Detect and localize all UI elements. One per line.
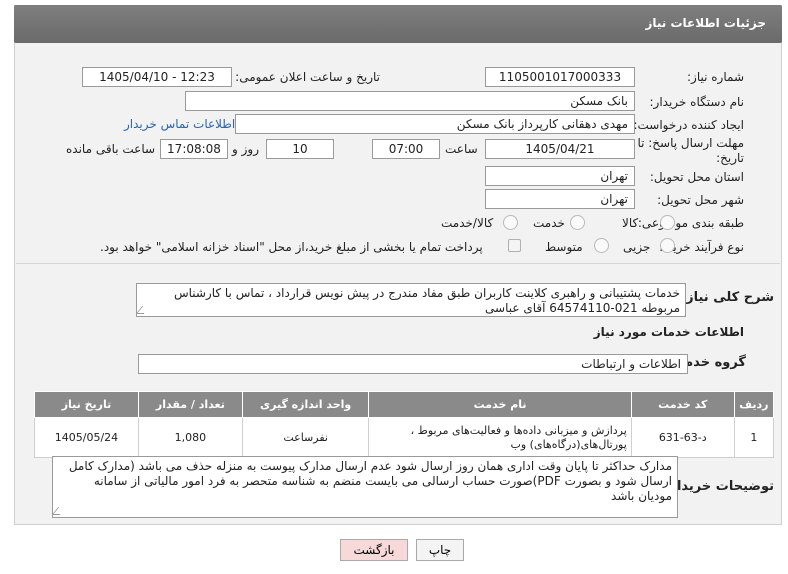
col-quantity: تعداد / مقدار [137, 391, 243, 418]
process-radio-medium[interactable] [594, 238, 609, 253]
days-field[interactable]: 10 [266, 139, 334, 159]
category-radio-goods[interactable] [660, 215, 675, 230]
deadline-label-date: تاریخ: [716, 151, 744, 165]
need-number-field[interactable]: 1105001017000333 [485, 67, 635, 87]
deadline-label: مهلت ارسال پاسخ: تا [637, 136, 744, 150]
process-option-medium: متوسط [545, 240, 583, 254]
remaining-time-label: ساعت باقی مانده [66, 142, 156, 156]
category-option-service: خدمت [533, 216, 565, 230]
days-label: روز و [232, 142, 259, 156]
col-unit: واحد اندازه گیری [241, 391, 370, 418]
row-index: 1 [733, 417, 775, 458]
need-number-label: شماره نیاز: [687, 70, 744, 84]
summary-label: شرح کلی نیاز: [680, 290, 774, 305]
row-quantity: 1,080 [137, 417, 243, 458]
contact-info-link[interactable]: اطلاعات تماس خریدار [124, 117, 235, 131]
buyer-notes-label: توضیحات خریدار: [664, 479, 774, 494]
row-unit: نفرساعت [241, 417, 370, 458]
city-label: شهر محل تحویل: [657, 193, 744, 207]
row-code: د-63-631 [630, 417, 735, 458]
category-option-goods: کالا [622, 216, 639, 230]
row-date: 1405/05/24 [34, 417, 139, 458]
services-section-title: اطلاعات خدمات مورد نیاز [593, 325, 744, 339]
requester-field[interactable]: مهدی دهقانی کارپرداز بانک مسکن [235, 114, 635, 134]
print-button[interactable]: چاپ [416, 539, 464, 561]
col-name: نام خدمت [368, 391, 632, 418]
buyer-org-field[interactable]: بانک مسکن [185, 91, 635, 111]
province-field[interactable]: تهران [485, 166, 635, 186]
requester-label: ایجاد کننده درخواست: [633, 118, 744, 132]
summary-textarea[interactable]: خدمات پشتیبانی و راهبری کلاینت کاربران ط… [136, 283, 686, 317]
row-name: پردازش و میزبانی داده‌ها و فعالیت‌های مر… [368, 417, 632, 458]
process-option-minor: جزیی [623, 240, 651, 254]
treasury-payment-checkbox[interactable] [508, 239, 521, 252]
summary-text: خدمات پشتیبانی و راهبری کلاینت کاربران ط… [173, 286, 680, 315]
announce-field[interactable]: 1405/04/10 - 12:23 [82, 67, 232, 87]
back-button[interactable]: بازگشت [340, 539, 408, 561]
buyer-notes-textarea[interactable]: مدارک حداکثر تا پایان وقت اداری همان روز… [52, 456, 678, 518]
col-date: تاریخ نیاز [34, 391, 139, 418]
category-label: طبقه بندی موضوعی: [637, 216, 744, 230]
province-label: استان محل تحویل: [649, 170, 744, 184]
buyer-org-label: نام دستگاه خریدار: [649, 95, 745, 109]
col-code: کد خدمت [630, 391, 735, 418]
resize-handle-icon[interactable] [53, 507, 67, 515]
remaining-time-field[interactable]: 17:08:08 [160, 139, 228, 159]
buyer-notes-text: مدارک حداکثر تا پایان وقت اداری همان روز… [68, 459, 672, 503]
divider [16, 263, 780, 264]
col-index: ردیف [733, 391, 775, 418]
resize-handle-icon[interactable] [137, 306, 151, 314]
deadline-time-label: ساعت [445, 142, 478, 156]
page-title: جزئیات اطلاعات نیاز [645, 16, 766, 30]
service-group-field[interactable]: اطلاعات و ارتباطات [138, 354, 688, 374]
deadline-date-field[interactable]: 1405/04/21 [485, 139, 635, 159]
category-radio-both[interactable] [503, 215, 518, 230]
services-table: ردیف کد خدمت نام خدمت واحد اندازه گیری ت… [34, 391, 775, 458]
announce-label: تاریخ و ساعت اعلان عمومی: [235, 70, 380, 84]
treasury-payment-note: پرداخت تمام یا بخشی از مبلغ خرید،از محل … [100, 240, 483, 254]
deadline-time-field[interactable]: 07:00 [372, 139, 440, 159]
table-header-row: ردیف کد خدمت نام خدمت واحد اندازه گیری ت… [34, 391, 775, 418]
table-row[interactable]: 1 د-63-631 پردازش و میزبانی داده‌ها و فع… [34, 417, 775, 458]
category-radio-service[interactable] [570, 215, 585, 230]
process-radio-minor[interactable] [660, 238, 675, 253]
category-option-both: کالا/خدمت [441, 216, 494, 230]
city-field[interactable]: تهران [485, 189, 635, 209]
